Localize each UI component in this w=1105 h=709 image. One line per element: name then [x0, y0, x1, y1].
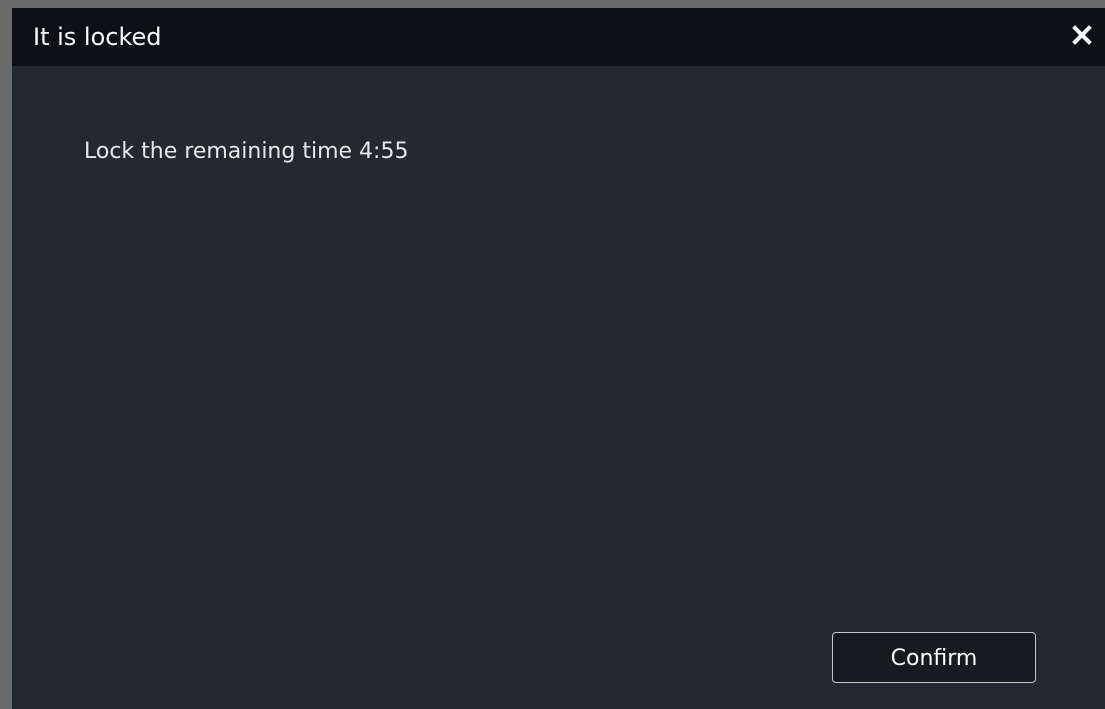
- close-icon: [1072, 25, 1092, 45]
- confirm-button[interactable]: Confirm: [832, 632, 1036, 683]
- lock-dialog: It is locked Lock the remaining time 4:5…: [12, 8, 1105, 709]
- lock-remaining-time-message: Lock the remaining time 4:55: [84, 139, 409, 164]
- close-button[interactable]: [1067, 20, 1097, 50]
- dialog-title: It is locked: [33, 23, 162, 51]
- dialog-title-bar: It is locked: [12, 8, 1105, 66]
